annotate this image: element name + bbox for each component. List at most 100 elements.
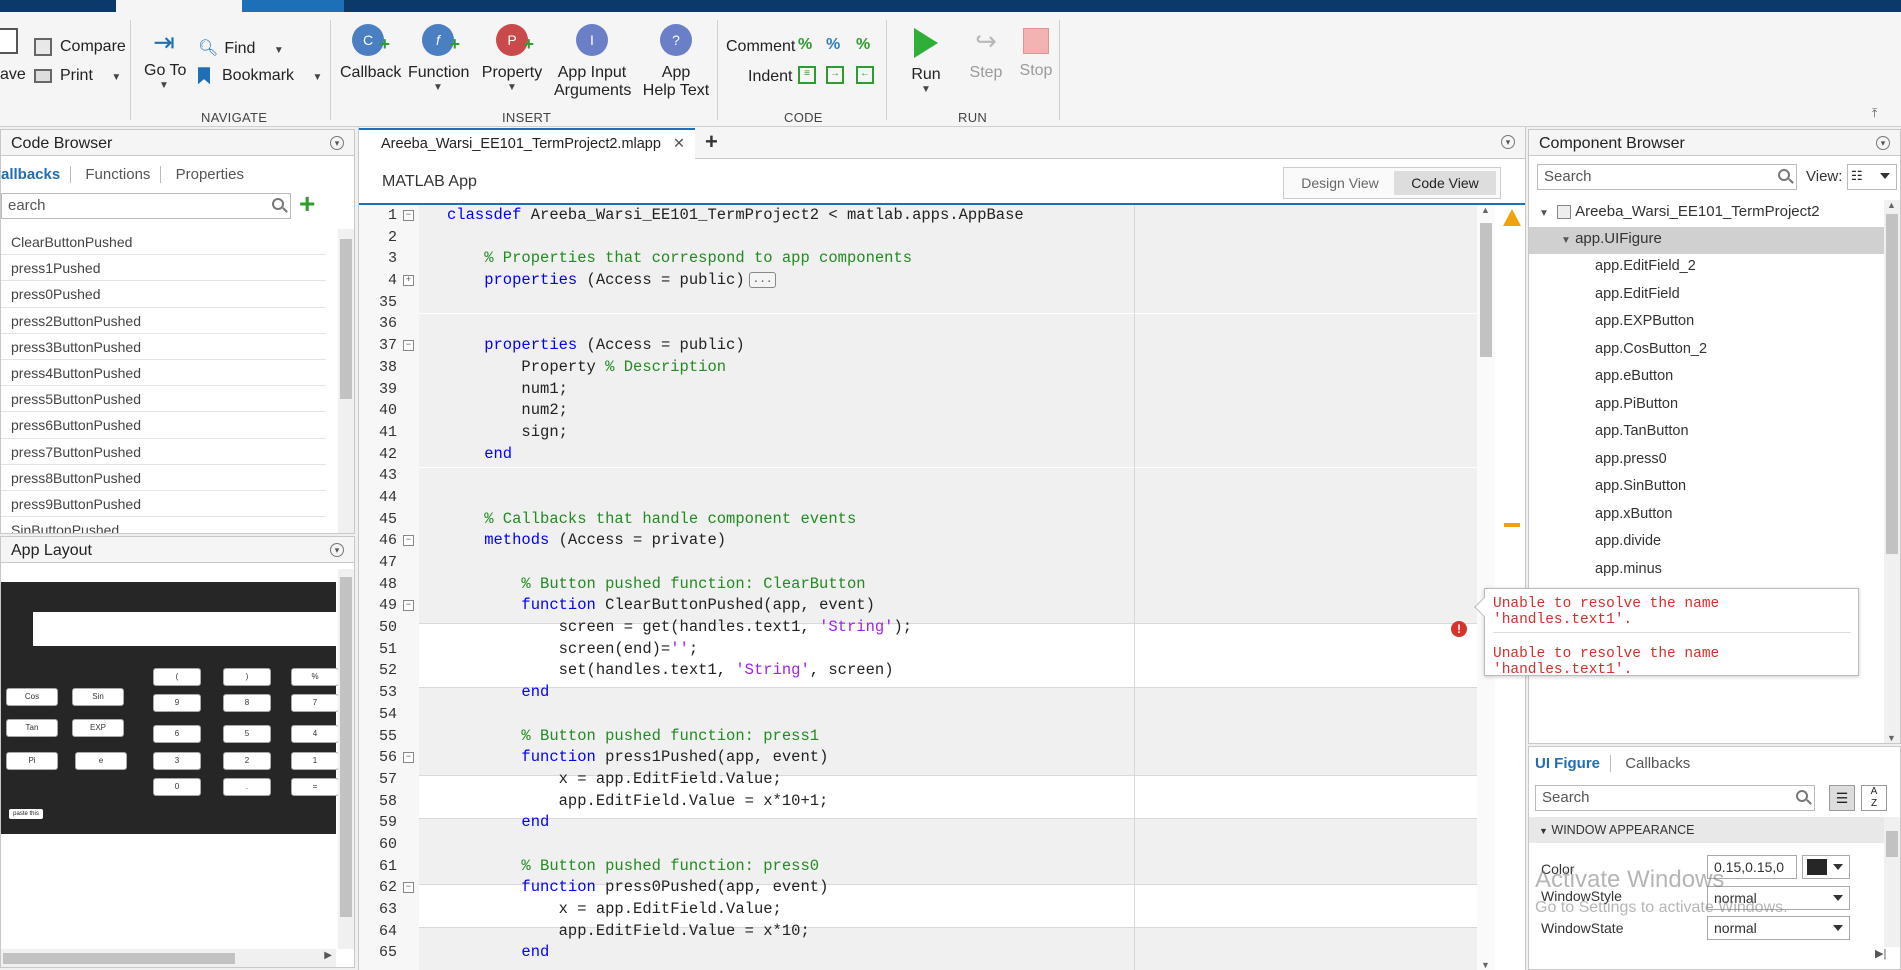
code-lines[interactable]: 1− classdef Areeba_Warsi_EE101_TermProjec… — [359, 205, 1479, 964]
code-line[interactable]: 60 — [359, 834, 1479, 856]
code-line[interactable]: 62− function press0Pushed(app, event) — [359, 877, 1479, 899]
chevron-down-icon[interactable]: ▼ — [274, 45, 284, 56]
code-line[interactable]: 58 app.EditField.Value = x*10+1; — [359, 791, 1479, 813]
chevron-down-icon[interactable]: ▼ — [408, 82, 468, 93]
code-line[interactable]: 44 — [359, 487, 1479, 509]
code-line[interactable]: 49− function ClearButtonPushed(app, even… — [359, 595, 1479, 617]
chevron-down-icon[interactable]: ▼ — [144, 80, 184, 91]
file-tab[interactable]: Areeba_Warsi_EE101_TermProject2.mlapp ✕ — [359, 128, 695, 159]
decrease-indent-icon[interactable]: ← — [856, 66, 874, 84]
tree-item[interactable]: app.eButton — [1529, 364, 1884, 392]
callback-list-item[interactable]: press0Pushed — [1, 281, 326, 308]
code-line[interactable]: 42 end — [359, 444, 1479, 466]
save-icon[interactable] — [0, 28, 18, 59]
tree-item[interactable]: app.EditField_2 — [1529, 254, 1884, 282]
compare-button[interactable]: Compare — [34, 38, 126, 56]
tree-item[interactable]: app.divide — [1529, 529, 1884, 557]
callback-list-item[interactable]: press4ButtonPushed — [1, 360, 326, 387]
collapse-icon[interactable]: − — [403, 535, 414, 547]
code-line[interactable]: 56− function press1Pushed(app, event) — [359, 747, 1479, 769]
code-line[interactable]: 57 x = app.EditField.Value; — [359, 769, 1479, 791]
function-button[interactable]: f + Function ▼ — [408, 24, 469, 93]
find-button[interactable]: 🔍︎ Find ▼ — [198, 38, 284, 58]
chevron-down-icon[interactable]: ▼ — [1539, 208, 1549, 219]
color-picker[interactable] — [1802, 855, 1850, 879]
comment-button[interactable]: Comment — [726, 38, 795, 56]
toolstrip-tab-canvas[interactable] — [242, 0, 344, 12]
callback-list-item[interactable]: SinButtonPushed — [1, 517, 326, 533]
panel-menu-icon[interactable]: ▾ — [1876, 136, 1890, 150]
callback-list-item[interactable]: press2ButtonPushed — [1, 308, 326, 334]
tree-item[interactable]: app.TanButton — [1529, 419, 1884, 447]
callback-list-item[interactable]: press9ButtonPushed — [1, 491, 326, 518]
scroll-right-icon[interactable]: ▶ — [324, 950, 332, 961]
tab-properties[interactable]: Properties — [166, 166, 254, 183]
sort-az-icon[interactable]: AZ — [1861, 785, 1887, 811]
chevron-down-icon[interactable]: ▼ — [111, 72, 121, 83]
code-line[interactable]: 64 app.EditField.Value = x*10; — [359, 921, 1479, 943]
error-icon[interactable]: ! — [1451, 621, 1467, 637]
code-line[interactable]: 43 — [359, 465, 1479, 487]
uncomment-icon[interactable]: % — [826, 36, 840, 54]
code-line[interactable]: 61 % Button pushed function: press0 — [359, 856, 1479, 878]
collapsed-code-ellipsis[interactable]: ... — [748, 271, 777, 288]
code-line[interactable]: 38 Property % Description — [359, 357, 1479, 379]
tree-item[interactable]: app.EditField — [1529, 282, 1884, 310]
code-line[interactable]: 51 screen(end)=''; — [359, 639, 1479, 661]
code-line[interactable]: 40 num2; — [359, 400, 1479, 422]
windowstyle-dropdown[interactable]: normal — [1707, 886, 1850, 910]
code-line[interactable]: 63 x = app.EditField.Value; — [359, 899, 1479, 921]
scrollbar-thumb[interactable] — [1480, 223, 1492, 357]
tab-callbacks[interactable]: allbacks — [1, 166, 72, 183]
tree-root[interactable]: ▼ Areeba_Warsi_EE101_TermProject2 — [1529, 200, 1884, 227]
run-button[interactable]: Run ▼ — [904, 24, 948, 95]
goto-button[interactable]: ⇥ Go To ▼ — [144, 28, 186, 91]
tree-item[interactable]: app.EXPButton — [1529, 309, 1884, 337]
scrollbar-thumb[interactable] — [340, 577, 352, 917]
app-preview[interactable]: Cos Sin Tan EXP Pi e ( ) % 9 8 7 6 5 4 3… — [1, 582, 339, 834]
smart-indent-icon[interactable]: ≡ — [798, 66, 816, 84]
comment-icon[interactable]: % — [798, 36, 812, 54]
panel-menu-icon[interactable]: ▾ — [1501, 135, 1515, 149]
callback-list-item[interactable]: press6ButtonPushed — [1, 412, 326, 439]
callback-button[interactable]: C + Callback — [340, 24, 401, 82]
scrollbar-thumb[interactable] — [1886, 831, 1898, 857]
new-tab-icon[interactable]: + — [705, 129, 718, 155]
inspector-search-input[interactable]: Search — [1535, 785, 1815, 811]
property-button[interactable]: P + Property ▼ — [480, 24, 544, 93]
scrollbar-thumb[interactable] — [340, 239, 352, 399]
tree-item[interactable]: app.minus — [1529, 557, 1884, 585]
code-line[interactable]: 46− methods (Access = private) — [359, 530, 1479, 552]
code-line[interactable]: 41 sign; — [359, 422, 1479, 444]
app-input-arguments-button[interactable]: I App Input Arguments — [554, 24, 631, 100]
chevron-down-icon[interactable]: ▼ — [1561, 235, 1571, 246]
code-line[interactable]: 47 — [359, 552, 1479, 574]
callback-list-item[interactable]: press7ButtonPushed — [1, 439, 326, 465]
stop-button[interactable]: Stop — [1014, 24, 1058, 80]
add-callback-icon[interactable]: + — [299, 190, 323, 218]
code-line[interactable]: 48 % Button pushed function: ClearButton — [359, 574, 1479, 596]
panel-menu-icon[interactable]: ▾ — [330, 543, 344, 557]
collapse-icon[interactable]: − — [403, 600, 414, 612]
wrap-comment-icon[interactable]: % — [856, 36, 870, 54]
indent-button[interactable]: Indent — [748, 68, 792, 86]
code-view-button[interactable]: Code View — [1394, 171, 1496, 195]
callback-list-item[interactable]: press1Pushed — [1, 255, 326, 282]
code-browser-search-input[interactable]: earch — [1, 193, 291, 219]
bookmark-button[interactable]: Bookmark ▼ — [198, 67, 322, 85]
view-dropdown[interactable]: ☷ — [1847, 164, 1897, 190]
code-line[interactable]: 50 screen = get(handles.text1, 'String')… — [359, 617, 1479, 639]
horizontal-scrollbar[interactable]: ▶ — [1, 949, 336, 967]
color-value-input[interactable]: 0.15,0.15,0 — [1707, 855, 1797, 879]
code-line[interactable]: 45 % Callbacks that handle component eve… — [359, 509, 1479, 531]
tree-item[interactable]: app.xButton — [1529, 502, 1884, 530]
code-line[interactable]: 53 end — [359, 682, 1479, 704]
code-line[interactable]: 37− properties (Access = public) — [359, 335, 1479, 357]
collapse-icon[interactable]: − — [403, 340, 414, 352]
tab-functions[interactable]: Functions — [75, 166, 162, 183]
component-search-input[interactable]: Search — [1537, 164, 1797, 190]
callback-list-item[interactable]: ClearButtonPushed — [1, 229, 326, 256]
code-line[interactable]: 4 + properties (Access = public)... — [359, 270, 1479, 292]
warning-icon[interactable] — [1503, 209, 1521, 226]
code-line[interactable]: 59 end — [359, 812, 1479, 834]
